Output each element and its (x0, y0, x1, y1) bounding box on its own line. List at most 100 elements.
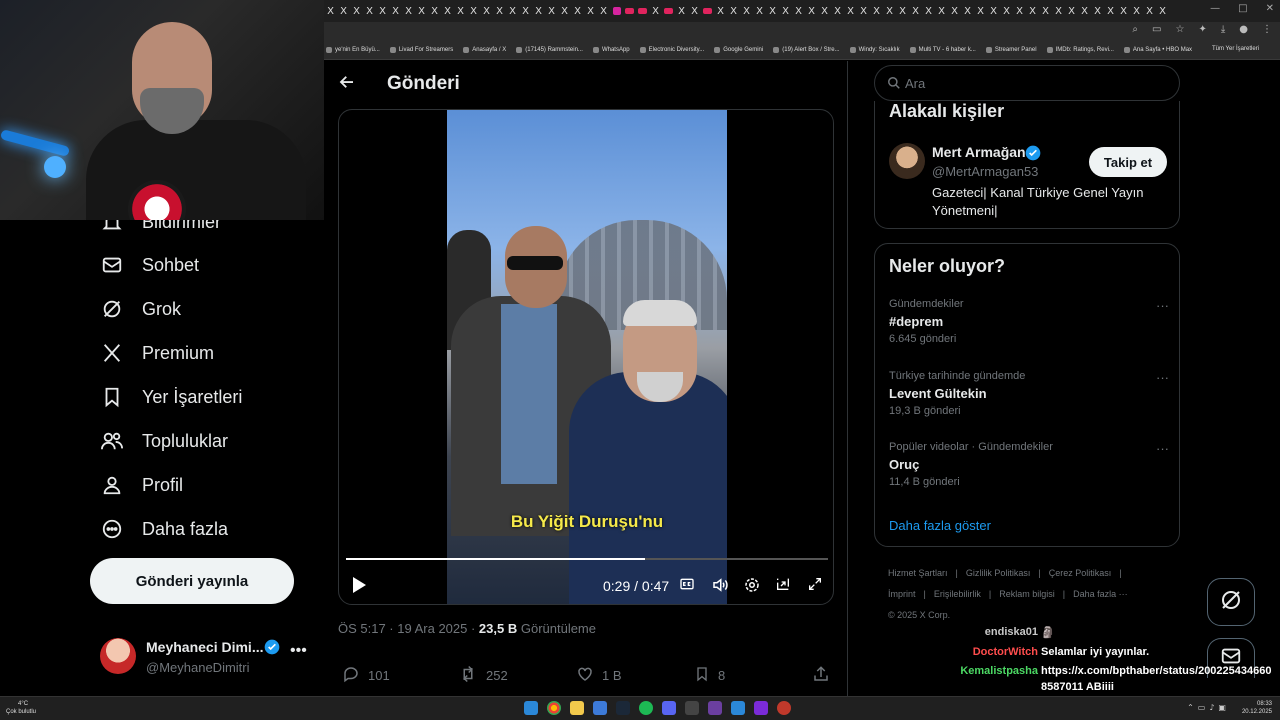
grok-fab[interactable] (1207, 578, 1255, 626)
browser-tab[interactable]: X (389, 0, 402, 22)
play-icon[interactable] (351, 576, 367, 599)
settings-gear-icon[interactable] (743, 576, 761, 594)
footer-link[interactable]: Daha fazla ··· (1073, 589, 1128, 599)
browser-tab[interactable]: X (1143, 0, 1156, 22)
browser-tab[interactable]: X (714, 0, 727, 22)
folder-icon[interactable] (570, 701, 584, 715)
browser-tab[interactable]: X (363, 0, 376, 22)
avatar[interactable] (889, 143, 925, 179)
nav-item-bookmarks[interactable]: Yer İşaretleri (100, 385, 242, 409)
repost-button[interactable]: 252 (458, 665, 508, 686)
bookmark-item[interactable]: (17145) Rammstein... (516, 46, 583, 53)
zoom-icon[interactable]: ⌕ (1132, 24, 1138, 35)
browser-tab[interactable]: X (597, 0, 610, 22)
bookmark-item[interactable]: Google Gemini (714, 46, 763, 53)
bookmark-item[interactable]: (19) Alert Box / Stre... (773, 46, 840, 53)
browser-tab[interactable]: X (688, 0, 701, 22)
back-arrow-icon[interactable] (338, 73, 358, 93)
bookmark-button[interactable]: 8 (694, 665, 725, 686)
close-button[interactable]: ✕ (1266, 3, 1274, 14)
footer-link[interactable]: Çerez Politikası (1049, 568, 1112, 578)
discord-icon[interactable] (662, 701, 676, 715)
nav-item-more[interactable]: Daha fazla (100, 517, 228, 541)
browser-tab[interactable] (701, 0, 714, 22)
browser-tab[interactable]: X (519, 0, 532, 22)
post-button[interactable]: Gönderi yayınla (90, 558, 294, 604)
volume-icon[interactable] (711, 576, 729, 594)
bookmark-item[interactable]: ye'nin En Büyü... (326, 46, 380, 53)
browser-tab[interactable]: X (350, 0, 363, 22)
browser-tab[interactable]: X (727, 0, 740, 22)
bookmark-item[interactable]: Ana Sayfa • HBO Max (1123, 46, 1192, 53)
chrome-icon[interactable] (547, 701, 561, 715)
steam-icon[interactable] (616, 701, 630, 715)
trend-more-icon[interactable]: ··· (1156, 298, 1169, 313)
browser-tab[interactable] (636, 0, 649, 22)
extensions-icon[interactable]: ✦ (1198, 24, 1206, 35)
browser-tab[interactable]: X (948, 0, 961, 22)
browser-tab[interactable]: X (428, 0, 441, 22)
bookmark-item[interactable]: Windy: Sıcaklık (849, 46, 900, 53)
browser-tab[interactable]: X (1026, 0, 1039, 22)
system-tray[interactable]: ⌃▭♪▣ (1187, 703, 1230, 712)
app-icon[interactable] (754, 701, 768, 715)
captions-icon[interactable] (679, 576, 697, 594)
browser-tab[interactable]: X (805, 0, 818, 22)
browser-tab[interactable]: X (844, 0, 857, 22)
menu-icon[interactable]: ⋮ (1262, 24, 1272, 35)
clock[interactable]: 08:33 20.12.2025 (1242, 700, 1272, 716)
app-icon[interactable] (685, 701, 699, 715)
trend-item[interactable]: Türkiye tarihinde gündemde Levent Gültek… (889, 370, 1169, 417)
browser-tab[interactable]: X (1117, 0, 1130, 22)
browser-tab[interactable]: X (1013, 0, 1026, 22)
browser-tab[interactable]: X (337, 0, 350, 22)
person-name[interactable]: Mert Armağan (932, 144, 1026, 160)
bookmark-item[interactable]: Electronic Diversity... (639, 46, 704, 53)
browser-tab[interactable]: X (766, 0, 779, 22)
bookmark-item[interactable]: Multi TV - 6 haber k... (909, 46, 976, 53)
follow-button[interactable]: Takip et (1089, 147, 1167, 177)
browser-tab[interactable]: X (740, 0, 753, 22)
browser-tab[interactable]: X (896, 0, 909, 22)
trend-item[interactable]: Popüler videolar · Gündemdekiler Oruç 11… (889, 441, 1169, 488)
fullscreen-icon[interactable] (807, 576, 825, 594)
browser-tab[interactable]: X (493, 0, 506, 22)
bookmark-item[interactable]: IMDb: Ratings, Revi... (1046, 46, 1114, 53)
picture-in-picture-icon[interactable] (775, 576, 793, 594)
browser-tab[interactable]: X (467, 0, 480, 22)
account-more-icon[interactable]: ••• (290, 642, 307, 660)
search-input[interactable]: Ara (874, 65, 1180, 101)
share-button[interactable] (812, 665, 830, 686)
browser-tab[interactable]: X (883, 0, 896, 22)
browser-tab[interactable]: X (857, 0, 870, 22)
browser-tab[interactable]: X (649, 0, 662, 22)
spotify-icon[interactable] (639, 701, 653, 715)
browser-tab[interactable]: X (935, 0, 948, 22)
trend-item[interactable]: Gündemdekiler #deprem 6.645 gönderi ··· (889, 298, 1169, 345)
app-icon[interactable] (708, 701, 722, 715)
minimize-button[interactable]: — (1210, 3, 1220, 14)
footer-link[interactable]: İmprint (888, 589, 916, 599)
profile-icon[interactable]: ● (1239, 24, 1248, 35)
browser-tab[interactable]: X (558, 0, 571, 22)
browser-tab[interactable]: X (1130, 0, 1143, 22)
browser-tab[interactable]: X (1039, 0, 1052, 22)
browser-tab[interactable]: X (1065, 0, 1078, 22)
video-player[interactable]: Bu Yiğit Duruşu'nu 0:29 / 0:47 (338, 109, 834, 605)
cast-icon[interactable]: ▭ (1152, 24, 1161, 35)
nav-item-premium[interactable]: Premium (100, 341, 214, 365)
browser-tab[interactable]: X (1091, 0, 1104, 22)
browser-tab[interactable]: X (402, 0, 415, 22)
browser-tab[interactable]: X (961, 0, 974, 22)
app-icon[interactable] (731, 701, 745, 715)
start-icon[interactable] (524, 701, 538, 715)
browser-tab[interactable]: X (1104, 0, 1117, 22)
reply-button[interactable]: 101 (342, 665, 390, 686)
browser-tab[interactable]: X (441, 0, 454, 22)
footer-link[interactable]: Hizmet Şartları (888, 568, 948, 578)
nav-item-profile[interactable]: Profil (100, 473, 183, 497)
browser-tab[interactable]: X (870, 0, 883, 22)
nav-item-chat[interactable]: Sohbet (100, 253, 199, 277)
nav-item-communities[interactable]: Topluluklar (100, 429, 228, 453)
browser-tab[interactable]: X (922, 0, 935, 22)
